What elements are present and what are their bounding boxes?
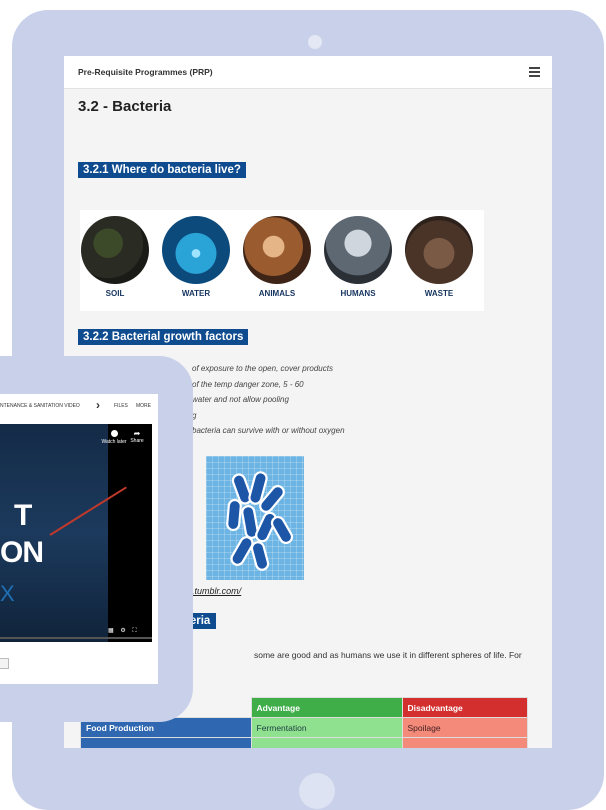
share-button[interactable]: ➦ Share xyxy=(128,429,146,445)
list-item: water and not allow pooling xyxy=(192,395,289,404)
video-title-line3: X xyxy=(0,581,15,606)
chevron-right-icon[interactable]: › xyxy=(96,398,100,412)
settings-gear-icon[interactable]: ⚙ xyxy=(120,628,125,634)
video-nav-bar: NTENANCE & SANITATION VIDEO › FILES MORE xyxy=(0,394,158,416)
phone-device: NTENANCE & SANITATION VIDEO › FILES MORE… xyxy=(0,356,193,722)
table-cell-advantage: Fermentation xyxy=(250,717,403,738)
small-control-button[interactable] xyxy=(0,658,9,669)
top-bar: Pre-Requisite Programmes (PRP) xyxy=(64,56,552,89)
list-item: bacteria can survive with or without oxy… xyxy=(192,426,345,435)
bacteria-illustration-icon xyxy=(226,471,294,571)
body-paragraph: some are good and as humans we use it in… xyxy=(254,650,522,660)
soil-image xyxy=(81,216,149,284)
table-cell-disadvantage: Spoilage xyxy=(401,717,528,738)
list-item: g xyxy=(192,410,197,420)
table-header-disadvantage: Disadvantage xyxy=(401,697,528,718)
habitat-label: WATER xyxy=(181,289,211,298)
habitat-waste: WASTE xyxy=(404,216,474,298)
list-item: of exposure to the open, cover products xyxy=(192,364,333,373)
phone-screen: NTENANCE & SANITATION VIDEO › FILES MORE… xyxy=(0,394,158,684)
habitat-strip: SOIL WATER ANIMALS HUMANS WASTE xyxy=(80,210,484,311)
habitat-label: HUMANS xyxy=(340,289,376,298)
water-image xyxy=(162,216,230,284)
habitat-label: SOIL xyxy=(105,289,125,298)
table-cell-disadvantage xyxy=(401,737,528,748)
table-cell-advantage xyxy=(250,737,403,748)
hamburger-menu-icon[interactable] xyxy=(529,67,540,77)
table-row-label xyxy=(80,737,252,748)
fullscreen-icon[interactable]: ⛶ xyxy=(132,628,136,634)
video-title-line2: ON xyxy=(0,536,44,569)
image-credit-link[interactable]: h.tumblr.com/ xyxy=(187,586,241,596)
habitat-label: WASTE xyxy=(424,289,454,298)
habitat-animals: ANIMALS xyxy=(242,216,312,298)
video-player[interactable]: T ON X Watch later ➦ Share ▦ ⚙ ⛶ xyxy=(0,424,152,642)
table-header-advantage: Advantage xyxy=(250,697,403,718)
video-nav-title: NTENANCE & SANITATION VIDEO xyxy=(0,403,80,409)
share-arrow-icon: ➦ xyxy=(133,429,141,438)
page-title: 3.2 - Bacteria xyxy=(78,98,172,115)
waste-image xyxy=(405,216,473,284)
video-progress-bar[interactable] xyxy=(0,637,152,639)
humans-image xyxy=(324,216,392,284)
more-link[interactable]: MORE xyxy=(136,403,151,409)
clock-icon xyxy=(110,430,118,437)
section-heading-growth-factors: 3.2.2 Bacterial growth factors xyxy=(78,329,249,345)
table-row xyxy=(80,737,528,748)
share-label: Share xyxy=(130,438,144,444)
home-button[interactable] xyxy=(299,773,335,809)
tablet-camera xyxy=(308,35,322,49)
habitat-soil: SOIL xyxy=(80,216,150,298)
files-link[interactable]: FILES xyxy=(114,403,128,409)
video-title-line1: T xyxy=(14,499,32,532)
animals-image xyxy=(243,216,311,284)
habitat-water: WATER xyxy=(161,216,231,298)
watch-later-label: Watch later xyxy=(101,439,127,445)
watch-later-button[interactable]: Watch later xyxy=(100,430,128,445)
habitat-humans: HUMANS xyxy=(323,216,393,298)
section-heading-where-live: 3.2.1 Where do bacteria live? xyxy=(78,162,246,178)
growth-factor-list: of exposure to the open, cover products … xyxy=(192,361,345,439)
list-item: of the temp danger zone, 5 - 60 xyxy=(192,379,304,389)
brand-title: Pre-Requisite Programmes (PRP) xyxy=(78,67,213,77)
captions-icon[interactable]: ▦ xyxy=(108,628,114,634)
bacteria-micrograph xyxy=(206,456,304,580)
habitat-label: ANIMALS xyxy=(258,289,296,298)
